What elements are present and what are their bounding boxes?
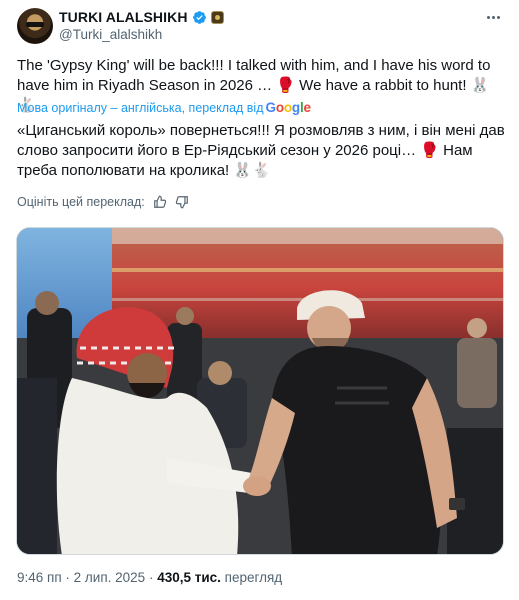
tweet-date[interactable]: 2 лип. 2025 xyxy=(74,570,146,585)
meta-separator-1: · xyxy=(61,570,74,585)
tweet-text-part2: We have a rabbit to hunt! xyxy=(295,77,471,94)
translated-glove-emoji: 🥊 xyxy=(420,142,439,159)
tweet-meta: 9:46 пп · 2 лип. 2025 · 430,5 тис. перег… xyxy=(17,570,282,585)
more-options-icon[interactable] xyxy=(483,10,503,24)
tweet-photo[interactable] xyxy=(16,227,504,555)
boxing-glove-emoji: 🥊 xyxy=(276,77,296,94)
google-logo: Google xyxy=(265,100,312,115)
thumbs-up-icon[interactable] xyxy=(153,195,167,209)
author-avatar[interactable] xyxy=(17,8,53,44)
meta-separator-2: · xyxy=(145,570,158,585)
thumbs-down-icon[interactable] xyxy=(175,195,189,209)
author-handle[interactable]: @Turki_alalshikh xyxy=(59,27,162,42)
author-name-row: TURKI ALALSHIKH xyxy=(59,9,224,25)
author-display-name[interactable]: TURKI ALALSHIKH xyxy=(59,9,188,25)
affiliation-badge-icon[interactable] xyxy=(210,10,224,24)
photo-illustration xyxy=(17,228,503,554)
translation-note[interactable]: Мова оригіналу – англійська, переклад ві… xyxy=(17,100,311,115)
view-count: 430,5 тис. xyxy=(157,570,221,585)
translated-text: «Циганський король» повернеться!!! Я роз… xyxy=(17,121,507,181)
tweet-header: TURKI ALALSHIKH @Turki_alalshikh xyxy=(17,6,509,46)
rate-translation-label: Оцініть цей переклад: xyxy=(17,195,145,209)
tweet-time[interactable]: 9:46 пп xyxy=(17,570,62,585)
translation-note-text: Мова оригіналу – англійська, переклад ві… xyxy=(17,100,264,115)
rate-translation-row: Оцініть цей переклад: xyxy=(17,195,189,209)
verified-badge-icon[interactable] xyxy=(192,10,207,25)
translated-rabbit-emoji: 🐰🐇 xyxy=(233,162,271,179)
views-label: перегляд xyxy=(220,570,283,585)
